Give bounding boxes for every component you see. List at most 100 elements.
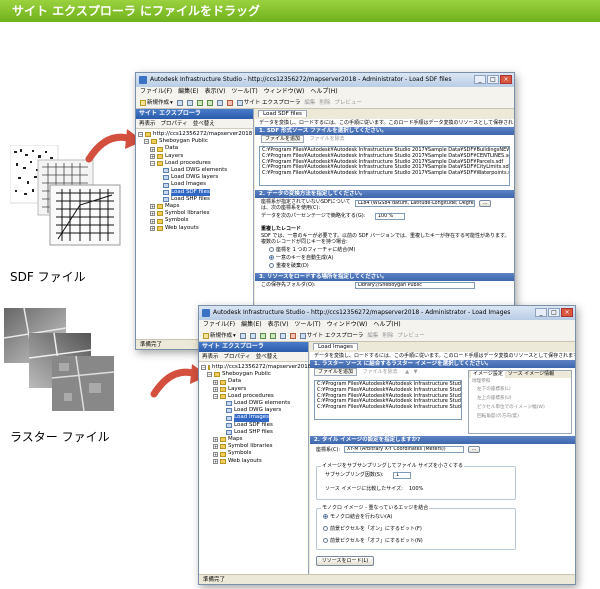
menu-file[interactable]: ファイル(F) [140, 87, 172, 97]
undo-icon[interactable] [226, 99, 233, 106]
expand-icon[interactable]: + [150, 153, 155, 159]
paste-icon[interactable] [216, 99, 223, 106]
tree-node[interactable]: + Maps [138, 203, 253, 210]
copy-icon[interactable] [269, 332, 276, 339]
move-up-icon[interactable]: ▲ [405, 369, 409, 375]
minimize-button[interactable]: _ [535, 308, 547, 317]
delete-button[interactable]: 削除 [319, 97, 330, 109]
menu-edit[interactable]: 編集(E) [178, 87, 198, 97]
refresh-button[interactable]: 再表示 [202, 352, 219, 361]
properties-button[interactable]: プロパティ [224, 352, 251, 361]
expand-icon[interactable]: + [150, 204, 155, 210]
save-icon[interactable] [186, 99, 193, 106]
crs-field[interactable]: LL84 (WGS84 datum, Latitude-Longitude; D… [355, 200, 475, 207]
add-file-button[interactable]: ファイルを追加 [261, 135, 305, 143]
expand-icon[interactable]: − [144, 139, 149, 145]
tree-node[interactable]: − Sheboygan Public [138, 138, 253, 145]
mono-option-none[interactable]: モノクロ結合を行わない(A) [317, 513, 392, 521]
preview-button[interactable]: プレビュー [397, 330, 425, 342]
tree-node[interactable]: − Load procedures [138, 160, 253, 167]
crs-browse-button[interactable]: ... [468, 446, 480, 453]
tree-node[interactable]: + Symbols [201, 450, 308, 457]
tree-node[interactable]: + Layers [201, 386, 308, 393]
add-file-button[interactable]: ファイルを追加 [314, 368, 358, 376]
expand-icon[interactable]: − [150, 160, 155, 166]
edit-button[interactable]: 編集 [304, 97, 315, 109]
close-button[interactable]: × [500, 75, 512, 84]
file-list-item[interactable]: C:¥Program Files¥Autodesk¥Autodesk Infra… [317, 404, 461, 411]
close-button[interactable]: × [561, 308, 573, 317]
target-field[interactable]: Library://Sheboygan Public [355, 282, 475, 289]
tab-load-sdf[interactable]: Load SDF files [258, 110, 307, 117]
tree-node[interactable]: − Load procedures [201, 393, 308, 400]
remove-file-button[interactable]: ファイルを除去 [363, 369, 398, 375]
tree-node[interactable]: − http://ccs12356272/mapserver2018 [138, 131, 253, 138]
menu-view[interactable]: 表示(V) [205, 87, 226, 97]
tree-node[interactable]: + Maps [201, 436, 308, 443]
menu-help[interactable]: ヘルプ(H) [373, 320, 400, 330]
new-button[interactable]: 新規作成 ▾ [203, 330, 236, 342]
crs-field[interactable]: XY-M (Arbitrary X-Y Coordinates (Meters)… [344, 446, 464, 453]
refresh-button[interactable]: 再表示 [139, 119, 156, 128]
paste-icon[interactable] [279, 332, 286, 339]
mono-option-off[interactable]: 前景ピクセルを「オフ」にするビット(N) [317, 537, 423, 545]
generalize-field[interactable]: 100 % [375, 213, 405, 220]
tree-node[interactable]: Load DWG layers [201, 407, 308, 414]
expand-icon[interactable]: + [150, 218, 155, 224]
maximize-button[interactable]: □ [548, 308, 560, 317]
menu-window[interactable]: ウィンドウ(W) [327, 320, 368, 330]
delete-button[interactable]: 削除 [382, 330, 393, 342]
cut-icon[interactable] [259, 332, 266, 339]
tree-node[interactable]: + Layers [138, 153, 253, 160]
tree-node[interactable]: Load SDF files [201, 422, 308, 429]
file-list-item[interactable]: C:¥Program Files¥Autodesk¥Autodesk Infra… [262, 170, 509, 177]
sdf-file-list[interactable]: C:¥Program Files¥Autodesk¥Autodesk Infra… [259, 146, 510, 186]
dup-option-autogen[interactable]: 一意のキーを自動生成(A) [255, 254, 514, 262]
tree-node[interactable]: Load SDF files [138, 188, 253, 196]
menu-tools[interactable]: ツール(T) [231, 87, 257, 97]
menu-view[interactable]: 表示(V) [268, 320, 289, 330]
tree-node[interactable]: + Symbols [138, 217, 253, 224]
tree-node[interactable]: − Sheboygan Public [201, 371, 308, 378]
dup-option-merge[interactable]: 座標を 1 つのフィーチャに結合(M) [255, 246, 514, 254]
tree-node[interactable]: + Symbol libraries [138, 210, 253, 217]
sort-button[interactable]: 並べ替え [256, 352, 278, 361]
open-icon[interactable] [176, 99, 183, 106]
cut-icon[interactable] [196, 99, 203, 106]
load-resources-button[interactable]: リソースをロード(L) [316, 556, 374, 566]
tree-node[interactable]: + Web layouts [201, 458, 308, 465]
expand-icon[interactable]: − [201, 365, 206, 371]
expand-icon[interactable]: + [150, 225, 155, 231]
site-explorer-button[interactable]: サイト エクスプローラ [299, 330, 363, 342]
tab-load-images[interactable]: Load Images [313, 343, 359, 350]
tree-node[interactable]: Load Images [138, 181, 253, 188]
site-explorer-button[interactable]: サイト エクスプローラ [236, 97, 300, 109]
dup-option-discard[interactable]: 重複を破棄(D) [255, 262, 514, 270]
expand-icon[interactable]: + [150, 146, 155, 152]
expand-icon[interactable]: + [213, 379, 218, 385]
copy-icon[interactable] [206, 99, 213, 106]
tree-node[interactable]: + Symbol libraries [201, 443, 308, 450]
preview-button[interactable]: プレビュー [334, 97, 362, 109]
save-icon[interactable] [249, 332, 256, 339]
tree-node[interactable]: Load DWG elements [138, 167, 253, 174]
expand-icon[interactable]: + [213, 437, 218, 443]
mono-option-on[interactable]: 前景ピクセルを「オン」にするビット(F) [317, 525, 422, 533]
resample-field[interactable]: 1 [393, 472, 411, 479]
expand-icon[interactable]: + [213, 444, 218, 450]
tree-node[interactable]: Load DWG layers [138, 174, 253, 181]
tab-image-settings[interactable]: イメージ設定 [471, 371, 505, 378]
menu-edit[interactable]: 編集(E) [241, 320, 261, 330]
expand-icon[interactable]: + [213, 451, 218, 457]
expand-icon[interactable]: + [213, 386, 218, 392]
expand-icon[interactable]: − [213, 393, 218, 399]
image-file-list[interactable]: C:¥Program Files¥Autodesk¥Autodesk Infra… [314, 380, 462, 420]
edit-button[interactable]: 編集 [367, 330, 378, 342]
menu-window[interactable]: ウィンドウ(W) [264, 87, 305, 97]
new-button[interactable]: 新規作成 ▾ [140, 97, 173, 109]
menu-tools[interactable]: ツール(T) [294, 320, 320, 330]
tree-node[interactable]: + Data [138, 145, 253, 152]
tree-node[interactable]: Load SHP files [138, 196, 253, 203]
tree-node[interactable]: − http://ccs12356272/mapserver2018 [201, 364, 311, 371]
expand-icon[interactable]: + [213, 458, 218, 464]
